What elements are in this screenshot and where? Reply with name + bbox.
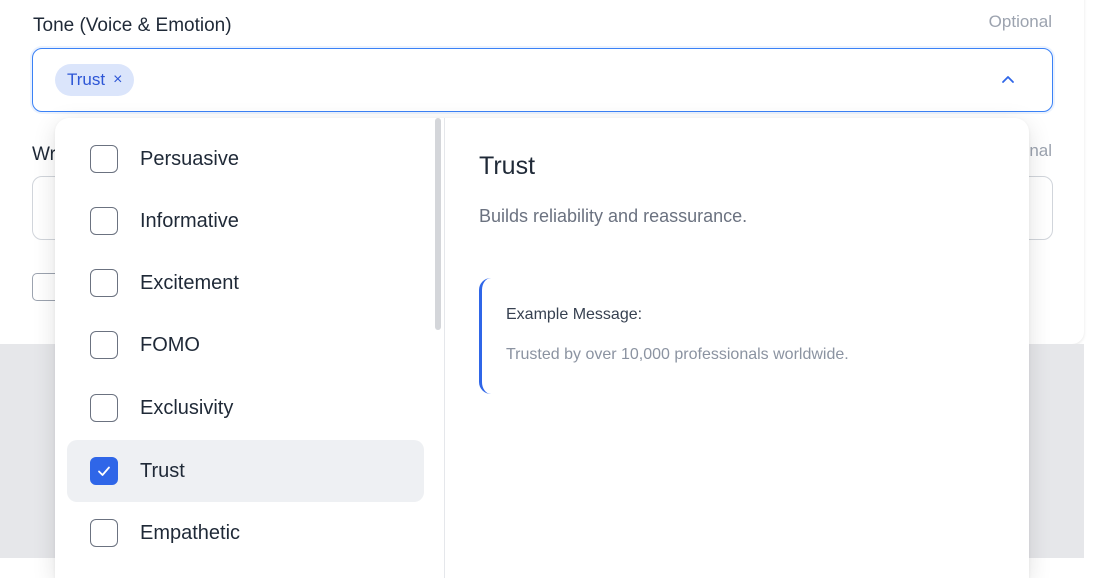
option-excitement[interactable]: Excitement bbox=[67, 252, 424, 314]
detail-title: Trust bbox=[479, 152, 536, 180]
example-text: Trusted by over 10,000 professionals wor… bbox=[506, 346, 849, 363]
tone-dropdown: Persuasive Informative Excitement FOMO E… bbox=[55, 118, 1029, 578]
option-persuasive[interactable]: Persuasive bbox=[67, 128, 424, 190]
form-screen: Tone (Voice & Emotion) Optional Trust × … bbox=[0, 0, 1102, 578]
checkbox[interactable] bbox=[90, 207, 118, 235]
option-trust[interactable]: Trust bbox=[67, 440, 424, 502]
tone-multiselect[interactable]: Trust × bbox=[32, 48, 1053, 112]
checkbox[interactable] bbox=[90, 519, 118, 547]
option-informative[interactable]: Informative bbox=[67, 190, 424, 252]
check-icon bbox=[98, 466, 110, 476]
option-label: Excitement bbox=[140, 271, 239, 294]
chevron-up-icon[interactable] bbox=[1000, 71, 1016, 87]
options-scrollbar[interactable] bbox=[435, 118, 441, 330]
example-label: Example Message: bbox=[506, 306, 643, 323]
option-exclusivity[interactable]: Exclusivity bbox=[67, 377, 424, 439]
checkbox[interactable] bbox=[90, 394, 118, 422]
close-icon[interactable]: × bbox=[113, 71, 122, 89]
writing-optional-label: nal bbox=[1029, 141, 1052, 160]
tone-chip-trust: Trust × bbox=[55, 64, 135, 96]
example-message-box: Example Message: Trusted by over 10,000 … bbox=[479, 278, 939, 394]
option-fomo[interactable]: FOMO bbox=[67, 314, 424, 376]
checkbox[interactable] bbox=[90, 145, 118, 173]
detail-description: Builds reliability and reassurance. bbox=[479, 206, 748, 226]
option-empathetic[interactable]: Empathetic bbox=[67, 502, 424, 564]
tone-detail-panel: Trust Builds reliability and reassurance… bbox=[446, 118, 1029, 578]
checkbox-checked[interactable] bbox=[90, 457, 118, 485]
tone-optional-label: Optional bbox=[988, 12, 1052, 31]
option-label: Persuasive bbox=[140, 147, 239, 170]
checkbox[interactable] bbox=[90, 269, 118, 297]
option-label: Empathetic bbox=[140, 521, 241, 544]
option-label: Exclusivity bbox=[140, 396, 234, 419]
option-label: Informative bbox=[140, 209, 239, 232]
option-label: FOMO bbox=[140, 333, 200, 356]
tone-options-list: Persuasive Informative Excitement FOMO E… bbox=[55, 118, 445, 578]
writing-field-label: Wr bbox=[32, 144, 56, 165]
chip-label: Trust bbox=[67, 70, 106, 89]
checkbox[interactable] bbox=[90, 331, 118, 359]
option-label: Trust bbox=[140, 459, 185, 482]
tone-label: Tone (Voice & Emotion) bbox=[33, 15, 232, 36]
